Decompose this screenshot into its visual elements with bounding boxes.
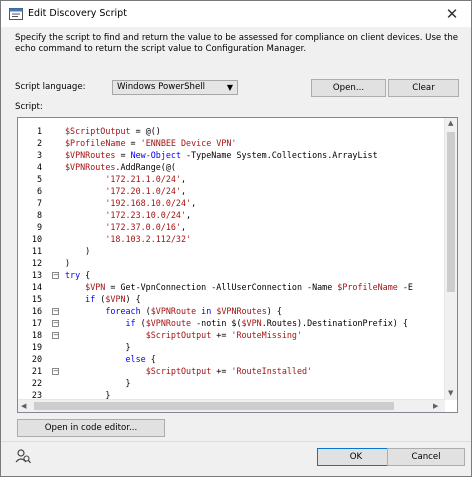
code-line[interactable]: $ScriptOutput += 'RouteInstalled' [65,366,312,376]
line-number: 20 [31,354,42,364]
line-number: 7 [36,198,42,208]
code-line[interactable]: foreach ($VPNRoute in $VPNRoutes) { [65,306,282,316]
line-number-gutter: 1 2 3 4 5 6 7 8 9 10 11 12 13 14 15 16 17 18 19 20 21 22 23− − −… [18,118,62,400]
line-number: 3 [36,150,42,160]
line-number: 5 [36,174,42,184]
code-line[interactable]: '172.37.0.0/16', [65,222,186,232]
horizontal-scroll-thumb[interactable] [34,402,394,410]
fold-toggle-icon[interactable]: − [52,308,59,315]
script-editor[interactable]: 1 2 3 4 5 6 7 8 9 10 11 12 13 14 15 16 17 18 19 20 21 22 23− − −… [17,117,458,413]
line-number: 6 [36,186,42,196]
code-line[interactable]: $ScriptOutput = @() [65,126,161,136]
line-number: 17 [31,318,42,328]
script-language-value: Windows PowerShell [117,82,206,92]
code-line[interactable]: $ScriptOutput += 'RouteMissing' [65,330,302,340]
scroll-left-icon[interactable]: ◀ [21,402,26,410]
code-line[interactable]: } [65,378,131,388]
scroll-up-icon[interactable]: ▲ [448,119,453,127]
script-language-select[interactable]: Windows PowerShell ▼ [112,80,238,95]
code-line[interactable]: $VPNRoutes = New-Object -TypeName System… [65,150,378,160]
close-icon[interactable]: ✕ [439,5,465,23]
line-number: 10 [31,234,42,244]
code-line[interactable]: if ($VPNRoute -notin $($VPN.Routes).Dest… [65,318,408,328]
code-line[interactable]: if ($VPN) { [65,294,141,304]
code-line[interactable]: '192.168.10.0/24', [65,198,196,208]
line-number: 4 [36,162,42,172]
line-number: 14 [31,282,42,292]
line-number: 18 [31,330,42,340]
code-line[interactable]: '18.103.2.112/32' [65,234,191,244]
window-title: Edit Discovery Script [28,8,127,19]
code-line[interactable]: } [65,342,131,352]
user-search-icon [15,449,31,464]
script-icon [9,8,23,20]
line-number: 22 [31,378,42,388]
line-number: 11 [31,246,42,256]
code-line[interactable]: $ProfileName = 'ENNBEE Device VPN' [65,138,236,148]
code-line[interactable]: ) [65,246,90,256]
script-language-label: Script language: [15,82,86,92]
cancel-button[interactable]: Cancel [387,448,465,466]
vertical-scrollbar[interactable]: ▲ ▼ [444,118,457,400]
scroll-right-icon[interactable]: ▶ [433,402,438,410]
line-number: 13 [31,270,42,280]
open-button[interactable]: Open... [311,79,386,97]
ok-button[interactable]: OK [317,448,395,466]
line-number: 2 [36,138,42,148]
footer-divider [1,441,471,442]
instructions-text: Specify the script to find and return th… [15,33,459,54]
clear-button[interactable]: Clear [388,79,459,97]
line-number: 8 [36,210,42,220]
code-line[interactable]: try { [65,270,90,280]
line-number: 1 [36,126,42,136]
horizontal-scrollbar[interactable]: ◀ ▶ [18,399,445,412]
line-number: 12 [31,258,42,268]
vertical-scroll-thumb[interactable] [447,132,455,292]
code-line[interactable]: '172.20.1.0/24', [65,186,186,196]
fold-toggle-icon[interactable]: − [52,320,59,327]
line-number: 15 [31,294,42,304]
fold-toggle-icon[interactable]: − [52,368,59,375]
code-line[interactable]: ) [65,258,70,268]
edit-discovery-script-dialog: Edit Discovery Script ✕ Specify the scri… [0,0,472,477]
code-line[interactable]: $VPN = Get-VpnConnection -AllUserConnect… [65,282,413,292]
fold-toggle-icon[interactable]: − [52,272,59,279]
open-in-code-editor-button[interactable]: Open in code editor... [17,419,165,437]
code-line[interactable]: $VPNRoutes.AddRange(@( [65,162,176,172]
chevron-down-icon: ▼ [226,83,233,92]
script-label: Script: [15,102,43,112]
line-number: 16 [31,306,42,316]
code-line[interactable]: '172.23.10.0/24', [65,210,191,220]
title-bar: Edit Discovery Script ✕ [1,1,471,27]
line-number: 21 [31,366,42,376]
code-line[interactable]: else { [65,354,156,364]
line-number: 9 [36,222,42,232]
scroll-down-icon[interactable]: ▼ [448,389,453,397]
line-number: 19 [31,342,42,352]
fold-toggle-icon[interactable]: − [52,332,59,339]
code-line[interactable]: '172.21.1.0/24', [65,174,186,184]
